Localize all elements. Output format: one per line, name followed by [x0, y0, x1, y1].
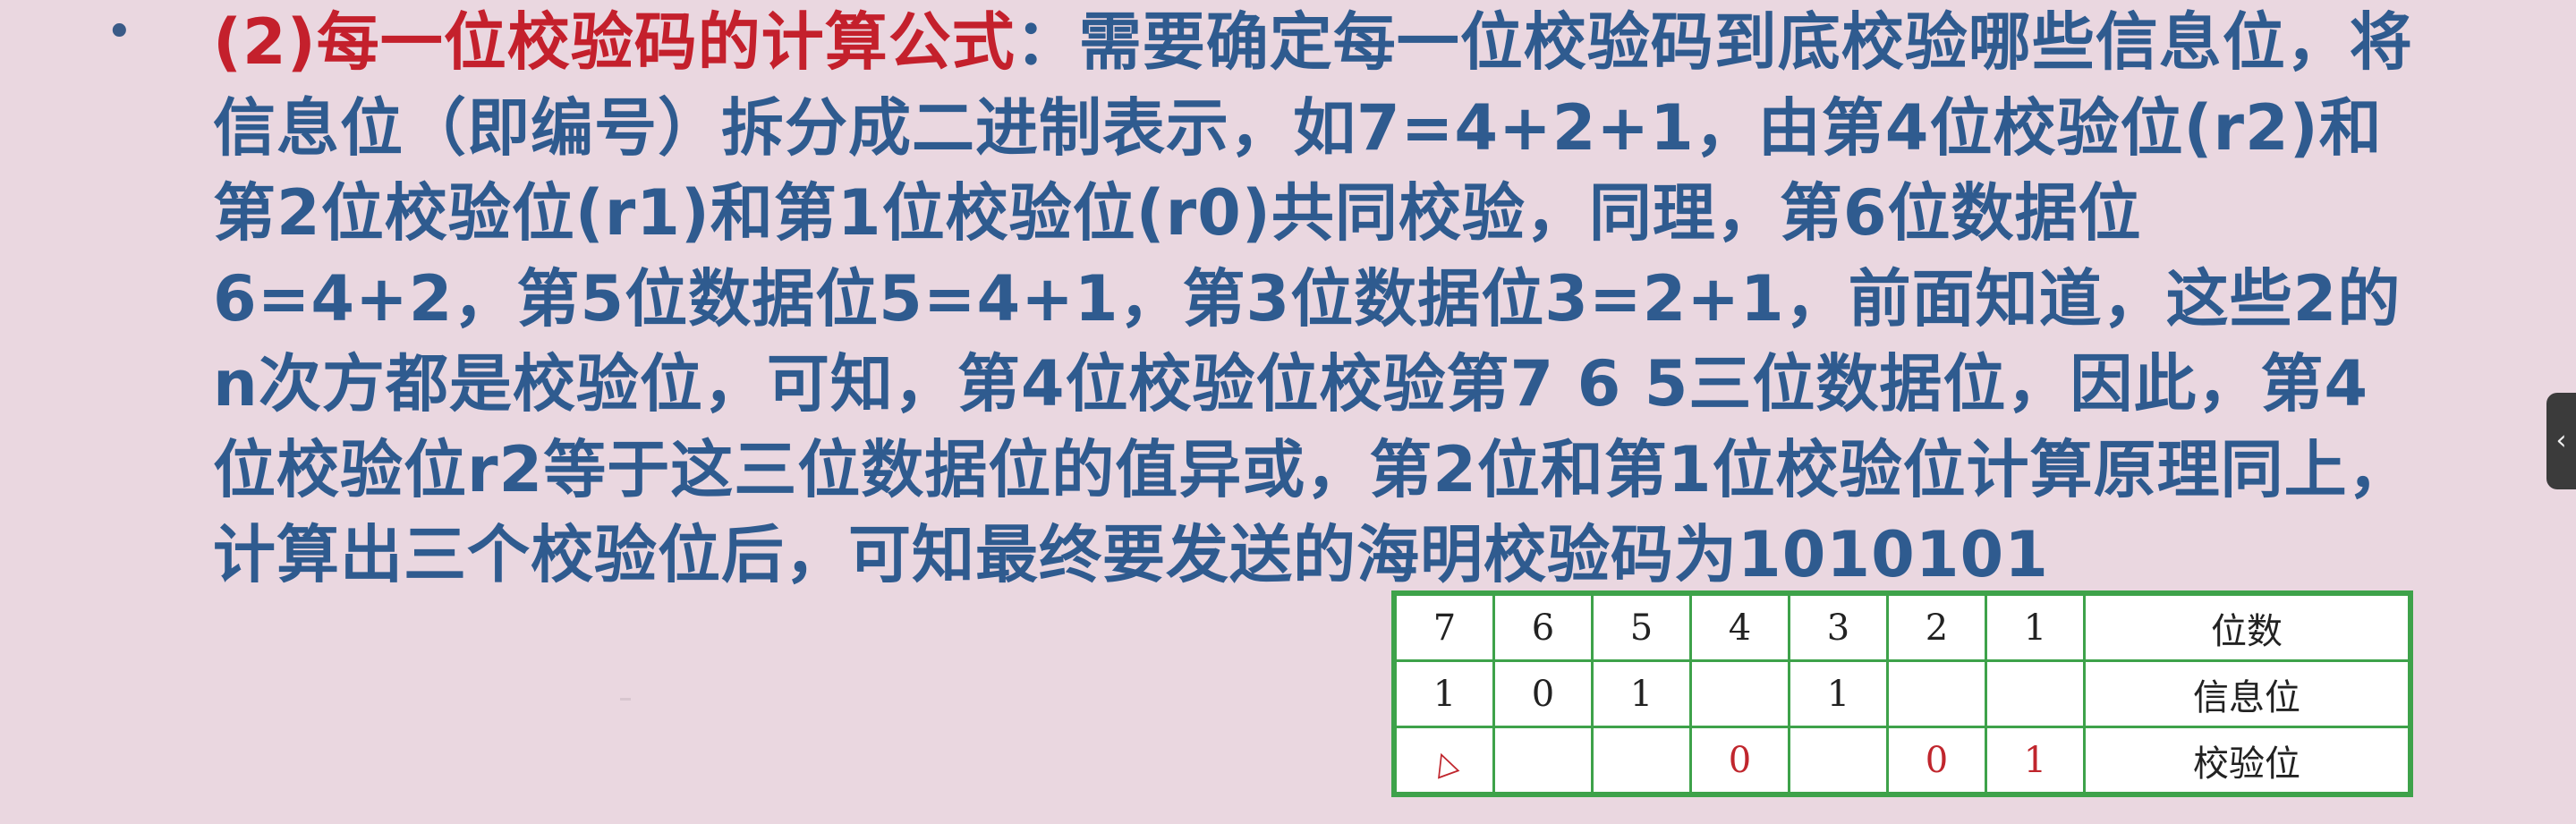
cell: 1	[1788, 659, 1889, 728]
row-label: 位数	[2083, 593, 2410, 662]
cell: 5	[1591, 593, 1692, 662]
table-row-bit-numbers: 7 6 5 4 3 2 1 位数	[1394, 593, 2410, 662]
paragraph: (2)每一位校验码的计算公式：需要确定每一位校验码到底校验哪些信息位，将信息位（…	[213, 0, 2414, 599]
cell: 3	[1788, 593, 1889, 662]
cell	[1886, 659, 1987, 728]
table-row-check-bits: △ 0 0 1 校验位	[1394, 726, 2410, 794]
cell: 6	[1492, 593, 1594, 662]
chevron-left-icon: ‹	[2555, 425, 2567, 456]
bullet-point: •	[106, 5, 133, 59]
cell: 1	[1985, 726, 2086, 794]
cell: 2	[1886, 593, 1987, 662]
cell: 1	[1985, 593, 2086, 662]
hamming-table: 7 6 5 4 3 2 1 位数 1 0 1 1 信息位 △ 0 0 1 校验位	[1391, 590, 2413, 797]
pen-marker-icon: △	[1427, 741, 1462, 783]
side-panel-toggle[interactable]: ‹	[2546, 393, 2576, 489]
cell: 1	[1591, 659, 1692, 728]
heading-text: 每一位校验码的计算公式	[316, 5, 1016, 79]
cell: 4	[1689, 593, 1790, 662]
cell	[1788, 726, 1889, 794]
row-label: 校验位	[2083, 726, 2410, 794]
cell	[1689, 659, 1790, 728]
table-row-info-bits: 1 0 1 1 信息位	[1394, 659, 2410, 728]
cell	[1492, 726, 1594, 794]
cell: 7	[1394, 593, 1495, 662]
cell: 0	[1492, 659, 1594, 728]
row-label: 信息位	[2083, 659, 2410, 728]
cell	[1591, 726, 1692, 794]
paragraph-body: ：需要确定每一位校验码到底校验哪些信息位，将信息位（即编号）拆分成二进制表示，如…	[213, 5, 2413, 591]
cell	[1985, 659, 2086, 728]
cell: 0	[1886, 726, 1987, 794]
cell-with-marker: △	[1394, 726, 1495, 794]
cell: 1	[1394, 659, 1495, 728]
cell: 0	[1689, 726, 1790, 794]
decorative-dot	[620, 698, 631, 701]
heading-prefix: (2)	[213, 5, 317, 79]
